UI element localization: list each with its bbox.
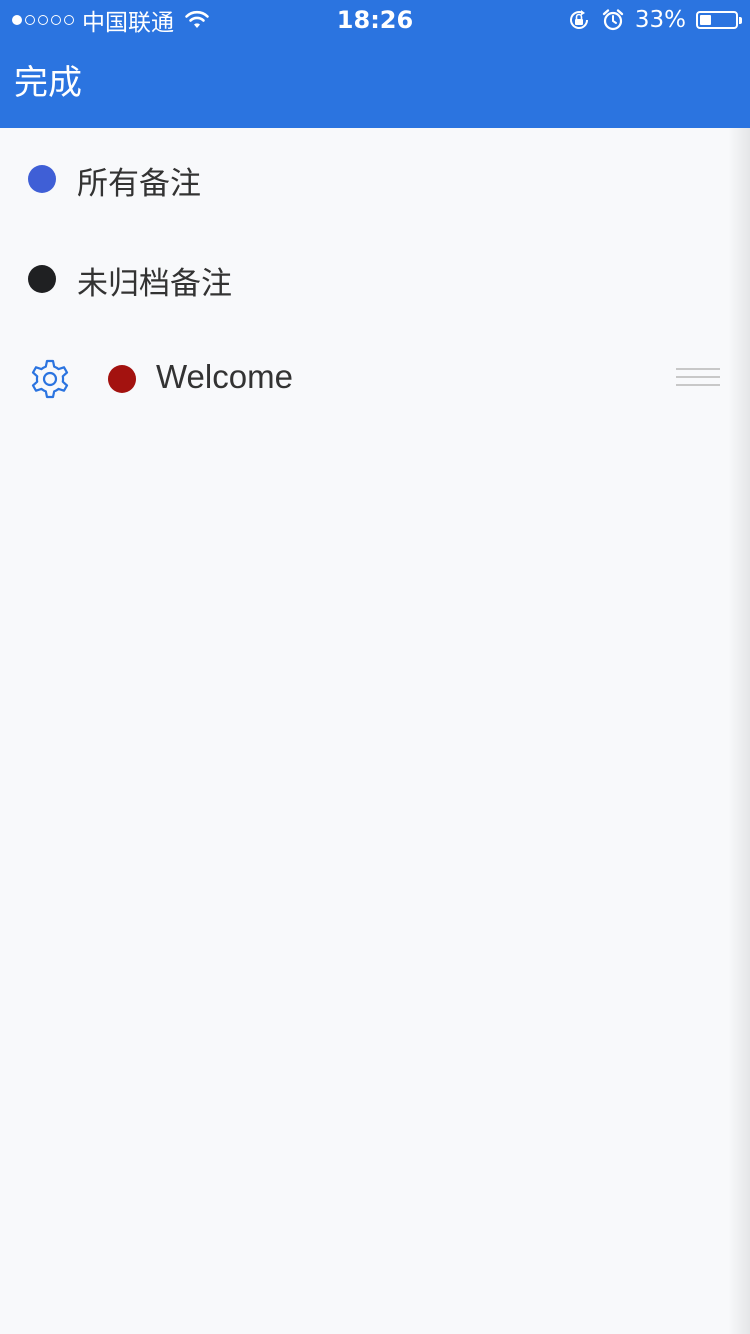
color-dot — [28, 265, 56, 293]
alarm-icon — [602, 9, 624, 31]
reorder-handle-icon[interactable] — [676, 368, 720, 386]
gear-icon[interactable] — [27, 356, 73, 402]
done-button[interactable]: 完成 — [14, 58, 82, 108]
list-item-label: Welcome — [156, 358, 293, 395]
orientation-lock-icon — [569, 10, 588, 29]
navigation-bar: 完成 — [0, 40, 750, 128]
list-item-label: 所有备注 — [77, 166, 201, 202]
list-area: 所有备注 未归档备注 Welcome — [0, 128, 750, 428]
side-shadow — [728, 128, 750, 1334]
status-right: 33% — [567, 6, 742, 34]
battery-percent: 33% — [634, 7, 686, 33]
list-item-label: 未归档备注 — [77, 266, 232, 302]
battery-icon — [696, 11, 742, 29]
battery-level — [700, 15, 711, 25]
color-dot — [28, 165, 56, 193]
color-dot — [108, 365, 136, 393]
notebook-list: 所有备注 未归档备注 Welcome — [0, 128, 750, 428]
status-bar: 中国联通 18:26 33% — [0, 0, 750, 40]
